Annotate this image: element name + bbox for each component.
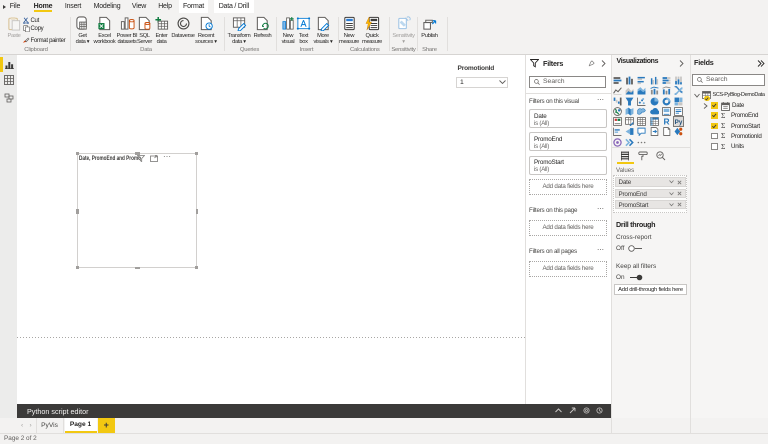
svg-text:Py: Py (675, 119, 683, 126)
svg-text:R: R (663, 117, 669, 126)
